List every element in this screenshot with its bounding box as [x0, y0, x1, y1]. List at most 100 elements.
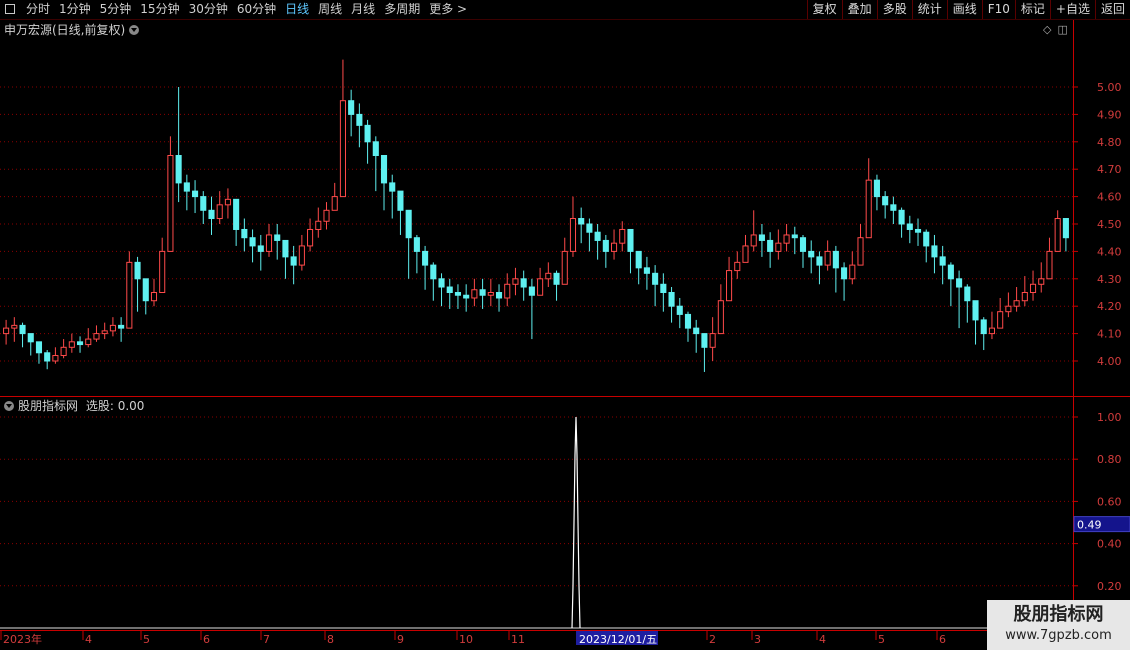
period-tab-0[interactable]: 分时	[26, 0, 50, 19]
tool-button-2[interactable]: 多股	[876, 0, 912, 19]
candle-body	[389, 182, 396, 192]
x-axis-label: 2	[709, 633, 716, 646]
x-axis-label: 7	[263, 633, 270, 646]
indicator-y-tick-label: 0.60	[1097, 495, 1122, 508]
main-y-tick-label: 4.40	[1097, 245, 1122, 258]
period-tab-7[interactable]: 周线	[318, 0, 342, 19]
candle-body	[405, 209, 412, 239]
candle-body	[422, 250, 429, 266]
x-axis-label: 10	[459, 633, 473, 646]
watermark-url: www.7gpzb.com	[1005, 628, 1112, 643]
period-tab-1[interactable]: 1分钟	[59, 0, 91, 19]
candle-body	[208, 209, 215, 220]
candle-body	[512, 278, 519, 285]
indicator-dropdown-icon[interactable]	[4, 401, 14, 411]
main-pane-title-bar: 申万宏源(日线,前复权)	[4, 21, 140, 38]
tool-button-0[interactable]: 复权	[806, 0, 842, 19]
x-axis-label: 5	[143, 633, 150, 646]
x-axis-label: 5	[878, 633, 885, 646]
candle-body	[964, 286, 971, 302]
candle-body	[495, 292, 503, 299]
candle-body	[430, 264, 437, 280]
candle-body	[923, 231, 930, 247]
period-tab-2[interactable]: 5分钟	[100, 0, 132, 19]
period-tab-5[interactable]: 60分钟	[237, 0, 276, 19]
candle-body	[578, 218, 585, 225]
candle-body	[134, 261, 141, 280]
candle-body	[1062, 218, 1069, 239]
candle-body	[454, 292, 462, 296]
candle-body	[1021, 292, 1028, 302]
candle-body	[849, 264, 856, 280]
candle-body	[890, 204, 897, 211]
candle-body	[265, 234, 273, 252]
pane-corner-icons: ◇ ◫	[1043, 23, 1074, 36]
candle-body	[660, 283, 667, 293]
candle-body	[315, 220, 322, 230]
candle-body	[1005, 305, 1012, 313]
tool-button-6[interactable]: 标记	[1014, 0, 1050, 19]
tool-button-7[interactable]: +自选	[1049, 0, 1095, 19]
tool-button-1[interactable]: 叠加	[841, 0, 877, 19]
period-tab-6[interactable]: 日线	[285, 0, 309, 19]
candle-body	[520, 278, 527, 288]
candle-body	[200, 196, 207, 211]
tool-button-3[interactable]: 统计	[911, 0, 947, 19]
candle-body	[76, 341, 84, 346]
period-tab-10[interactable]: 更多 >	[429, 0, 467, 19]
candle-body	[282, 239, 289, 258]
candle-body	[734, 261, 741, 272]
tool-button-4[interactable]: 画线	[946, 0, 982, 19]
period-tab-9[interactable]: 多周期	[384, 0, 420, 19]
candle-body	[1054, 218, 1061, 252]
candle-body	[610, 242, 618, 252]
toolbar: 分时 1分钟 5分钟 15分钟 30分钟 60分钟 日线 周线 月线 多周期 更多 > 复权 叠加 多股…	[0, 0, 1130, 20]
candle-body	[1038, 278, 1045, 285]
candle-body	[216, 204, 223, 220]
toolbar-menu-icon[interactable]	[5, 4, 15, 14]
x-axis-label: 2023/12/01/五	[579, 633, 657, 646]
candle-body	[150, 292, 158, 302]
candle-body	[709, 333, 716, 348]
dropdown-icon[interactable]	[129, 25, 140, 35]
diamond-icon[interactable]: ◇	[1043, 23, 1051, 36]
tool-button-5[interactable]: F10	[981, 0, 1015, 19]
indicator-title: 股朋指标网	[18, 399, 79, 413]
period-tab-8[interactable]: 月线	[351, 0, 375, 19]
candle-body	[635, 250, 642, 269]
x-axis-label: 6	[203, 633, 210, 646]
candle-body	[627, 228, 634, 252]
x-axis-label: 3	[754, 633, 761, 646]
x-axis-label: 4	[819, 633, 826, 646]
period-tab-3[interactable]: 15分钟	[140, 0, 179, 19]
tool-button-8[interactable]: 返回	[1094, 0, 1130, 19]
candle-body	[997, 311, 1004, 329]
candle-body	[142, 278, 149, 302]
candle-body	[1013, 300, 1020, 307]
candle-body	[348, 100, 355, 115]
candle-body	[27, 333, 34, 343]
candle-body	[290, 256, 297, 266]
candle-body	[479, 289, 486, 296]
candle-body	[249, 237, 256, 247]
main-y-tick-label: 4.80	[1097, 136, 1122, 149]
indicator-value-label: 0.49	[1077, 519, 1102, 532]
candle-body	[602, 239, 609, 252]
candle-body	[783, 234, 790, 244]
candle-body	[93, 333, 100, 340]
candle-body	[775, 242, 782, 252]
candle-body	[438, 278, 445, 288]
candle-body	[619, 228, 626, 244]
candle-body	[167, 155, 174, 252]
candle-body	[939, 256, 946, 266]
candle-body	[397, 190, 404, 211]
panel-toggle-icon[interactable]: ◫	[1057, 23, 1067, 36]
period-tab-4[interactable]: 30分钟	[189, 0, 228, 19]
candle-body	[947, 264, 954, 280]
candle-body	[545, 272, 552, 280]
indicator-pane-title-bar: 股朋指标网 选股: 0.00	[4, 397, 144, 414]
candle-body	[668, 292, 675, 307]
candle-body	[791, 234, 798, 239]
x-axis-label: 2023年	[3, 632, 42, 646]
watermark-title: 股朋指标网	[1013, 604, 1104, 625]
